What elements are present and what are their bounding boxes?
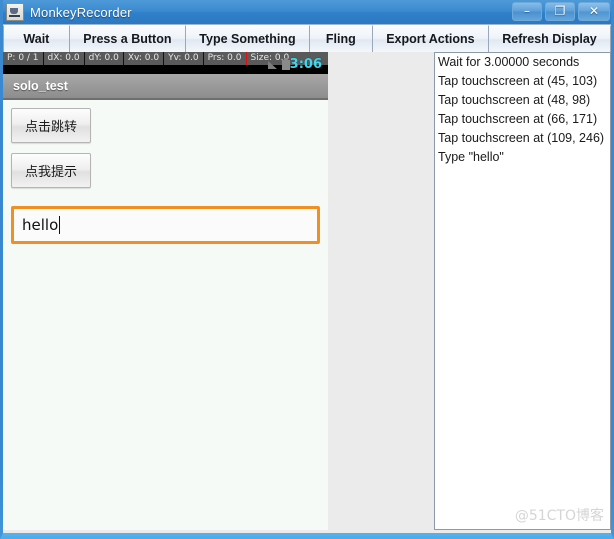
window-controls: – ❐ ✕: [512, 2, 610, 21]
toolbar-button-type-something[interactable]: Type Something: [186, 25, 310, 52]
device-button-row-1: 点击跳转: [3, 108, 328, 153]
action-toolbar: Wait Press a Button Type Something Fling Exp…: [3, 24, 611, 52]
list-item[interactable]: Type "hello": [435, 148, 610, 167]
watermark: @51CTO博客: [514, 508, 604, 524]
minimize-icon: –: [524, 4, 530, 18]
device-app-title: solo_test: [13, 79, 68, 93]
pointer-location-cell: Yv: 0.0: [164, 52, 204, 65]
close-button[interactable]: ✕: [578, 2, 610, 21]
device-button-hint[interactable]: 点我提示: [11, 153, 92, 188]
device-status-icons: [268, 58, 290, 70]
pointer-location-cell: dX: 0.0: [44, 52, 85, 65]
device-text-input-value: hello: [22, 216, 59, 234]
pointer-location-cell: Prs: 0.0: [204, 52, 247, 65]
close-icon: ✕: [588, 4, 600, 18]
java-coffee-icon: [6, 3, 24, 21]
content-filler: [328, 52, 434, 530]
main-content: P: 0 / 1 dX: 0.0 dY: 0.0 Xv: 0.0 Yv: 0.0 Prs:…: [3, 52, 611, 533]
device-app-body: 点击跳转 点我提示 hello: [3, 100, 328, 244]
pointer-location-cell: P: 0 / 1: [3, 52, 44, 65]
monkeyrecorder-window: MonkeyRecorder – ❐ ✕ Wait Press a Button T…: [0, 0, 614, 539]
device-button-row-2: 点我提示: [3, 153, 328, 198]
list-item[interactable]: Wait for 3.00000 seconds: [435, 53, 610, 72]
signal-icon: [268, 61, 277, 69]
window-title-bar: MonkeyRecorder – ❐ ✕: [0, 0, 614, 24]
device-pointer-location-bar: P: 0 / 1 dX: 0.0 dY: 0.0 Xv: 0.0 Yv: 0.0 Prs:…: [3, 52, 328, 74]
list-item[interactable]: Tap touchscreen at (66, 171): [435, 110, 610, 129]
maximize-button[interactable]: ❐: [545, 2, 575, 21]
window-title: MonkeyRecorder: [30, 4, 132, 20]
maximize-icon: ❐: [554, 4, 566, 18]
list-item[interactable]: Tap touchscreen at (48, 98): [435, 91, 610, 110]
actions-list-body: Wait for 3.00000 seconds Tap touchscreen …: [435, 53, 610, 167]
toolbar-button-fling[interactable]: Fling: [309, 25, 373, 52]
device-screen-view[interactable]: P: 0 / 1 dX: 0.0 dY: 0.0 Xv: 0.0 Yv: 0.0 Prs:…: [3, 52, 328, 530]
minimize-button[interactable]: –: [512, 2, 542, 21]
list-item[interactable]: Tap touchscreen at (45, 103): [435, 72, 610, 91]
device-app-bar: solo_test: [3, 74, 328, 100]
pointer-location-cell: Xv: 0.0: [124, 52, 165, 65]
toolbar-button-press-a-button[interactable]: Press a Button: [69, 25, 187, 52]
list-item[interactable]: Tap touchscreen at (109, 246): [435, 129, 610, 148]
toolbar-button-refresh-display[interactable]: Refresh Display: [489, 25, 611, 52]
text-cursor: [59, 216, 61, 234]
device-text-input[interactable]: hello: [11, 206, 320, 244]
recorded-actions-list[interactable]: Wait for 3.00000 seconds Tap touchscreen …: [434, 52, 611, 530]
pointer-location-cell: dY: 0.0: [85, 52, 124, 65]
device-clock: 3:06: [289, 57, 322, 72]
device-button-jump[interactable]: 点击跳转: [11, 108, 92, 143]
device-edit-wrap: hello: [11, 206, 320, 244]
window-status-strip: [3, 533, 611, 536]
toolbar-button-wait[interactable]: Wait: [3, 25, 70, 52]
toolbar-button-export-actions[interactable]: Export Actions: [372, 25, 490, 52]
